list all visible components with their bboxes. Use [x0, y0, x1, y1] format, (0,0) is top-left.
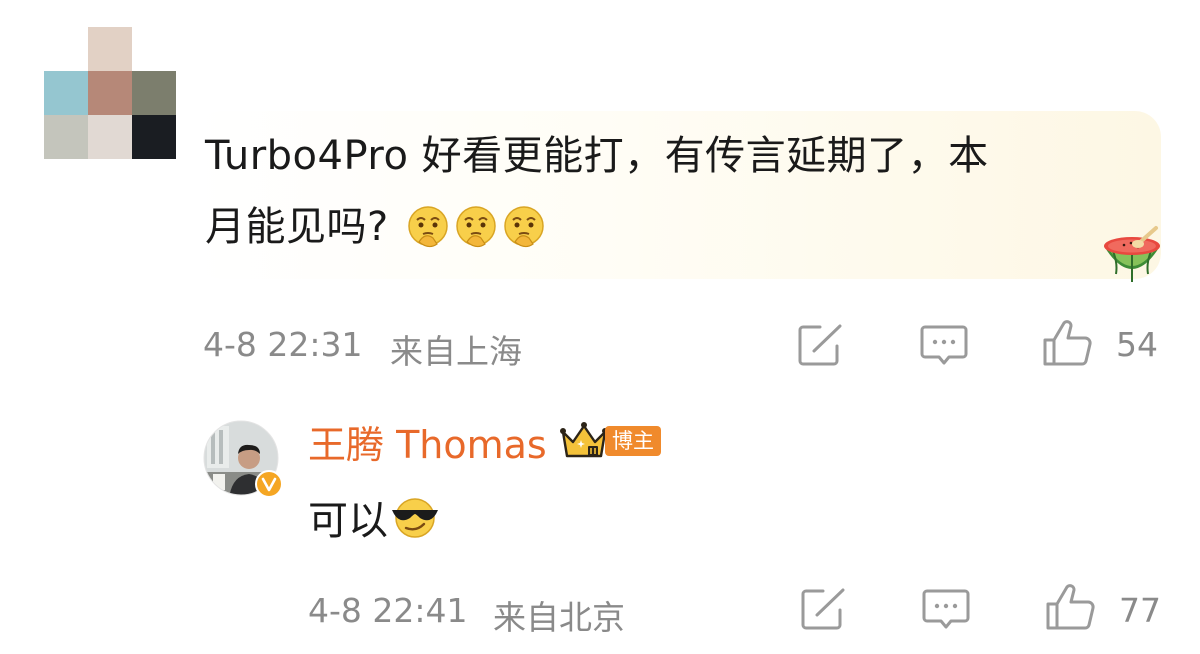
crown-level-icon [560, 422, 608, 458]
avatar-tile [132, 71, 176, 115]
comment-like-count: 54 [1116, 325, 1158, 364]
avatar-tile [88, 71, 132, 115]
avatar-tile [88, 27, 132, 71]
reply-like-count: 77 [1119, 591, 1161, 630]
reply-author-name[interactable]: 王腾 Thomas [308, 414, 547, 469]
avatar-tile [44, 115, 88, 159]
reply-time: 4-8 22:41 [308, 591, 468, 630]
thinking-face-emoji [407, 206, 448, 248]
thinking-face-emoji [455, 206, 496, 248]
reply-icon[interactable] [920, 324, 968, 368]
share-icon[interactable] [801, 588, 847, 630]
comment-text-line-2: 月能见吗? [205, 195, 547, 259]
reply-text: 可以 [308, 488, 440, 546]
watermelon-icon [1104, 226, 1160, 282]
comment-time: 4-8 22:31 [203, 325, 363, 364]
reply-location: 来自北京 [493, 598, 625, 637]
share-icon[interactable] [798, 324, 844, 366]
comment-text-line-1: Turbo4Pro 好看更能打，有传言延期了，本 [205, 133, 989, 179]
thinking-face-emoji [503, 206, 544, 248]
comment-location: 来自上海 [390, 332, 522, 371]
reply-text-content: 可以 [308, 498, 388, 544]
like-icon[interactable] [1045, 582, 1097, 632]
sunglasses-face-emoji [392, 498, 438, 538]
author-badge: 博主 [605, 426, 661, 456]
commenter-avatar[interactable] [44, 27, 178, 161]
verified-badge-icon [255, 470, 283, 498]
avatar-tile [88, 115, 132, 159]
comment-text-line-2-text: 月能见吗? [205, 204, 389, 250]
avatar-tile [44, 71, 88, 115]
avatar-tile [132, 115, 176, 159]
like-icon[interactable] [1042, 318, 1094, 368]
reply-icon[interactable] [922, 588, 970, 632]
